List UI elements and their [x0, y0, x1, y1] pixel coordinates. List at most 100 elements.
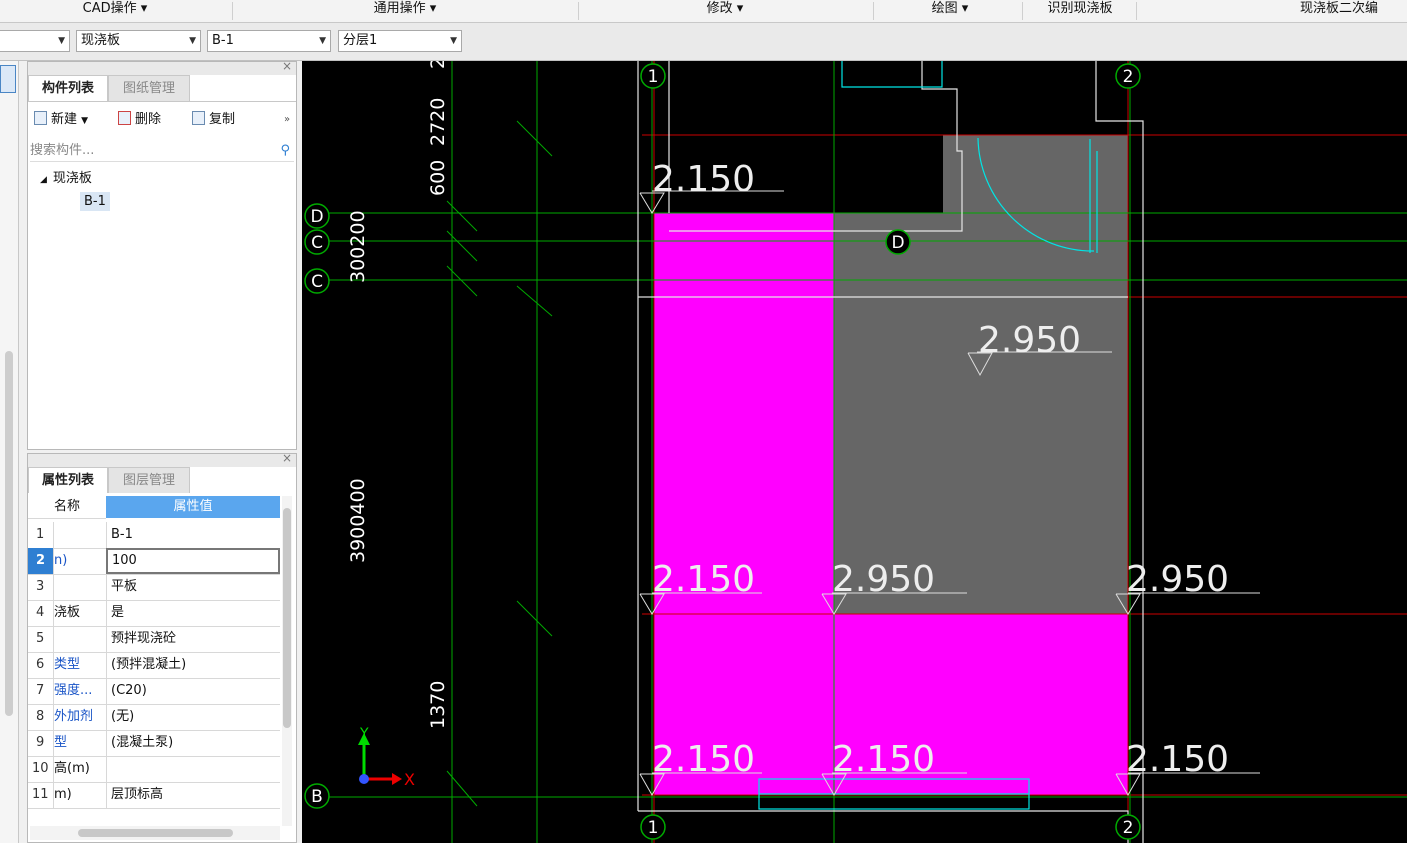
slab-gray-upper[interactable]: [943, 135, 1128, 213]
menu-separator: [232, 2, 233, 20]
side-toolstrip: [0, 61, 19, 843]
dimension-label: 600: [427, 160, 449, 196]
search-icon: ⚲: [280, 143, 290, 158]
search-input[interactable]: 搜索构件... ⚲: [30, 141, 294, 162]
dimension-label: 2720: [427, 98, 449, 146]
side-scrollbar[interactable]: [5, 351, 13, 716]
row-number: 7: [36, 683, 45, 698]
divider: [28, 101, 296, 102]
table-row[interactable]: 4 浇板是: [28, 600, 280, 627]
property-name: [53, 522, 106, 548]
scroll-thumb[interactable]: [78, 829, 233, 837]
table-row[interactable]: 5 预拌现浇砼: [28, 626, 280, 653]
close-icon[interactable]: ×: [282, 59, 292, 73]
copy-button[interactable]: 复制: [192, 110, 235, 130]
elevation-label: 2.950: [1126, 559, 1229, 600]
grid-label-d: D: [310, 207, 323, 227]
table-row[interactable]: 8 外加剂 (无): [28, 704, 280, 731]
menu-separator: [1136, 2, 1137, 20]
property-name: 高(m): [53, 756, 106, 782]
tree-node-b1[interactable]: B-1: [80, 192, 110, 211]
elevation-label: 2.150: [652, 559, 755, 600]
dimension-label: 300200: [347, 210, 369, 283]
elevation-label: 2.950: [978, 320, 1081, 361]
table-row[interactable]: 2 n) 100: [28, 548, 280, 575]
table-row[interactable]: 1 B-1: [28, 522, 280, 549]
property-value[interactable]: 层顶标高: [106, 782, 280, 808]
calendar-icon[interactable]: [0, 65, 16, 93]
menu-separator: [1022, 2, 1023, 20]
menu-modify[interactable]: 修改 ▾: [660, 0, 790, 22]
tab-drawing-management[interactable]: 图纸管理: [108, 75, 190, 101]
new-button[interactable]: 新建 ▼: [34, 110, 88, 130]
grid-label-d-mid: D: [891, 233, 904, 253]
close-icon[interactable]: ×: [282, 451, 292, 465]
chevron-down-icon: ▼: [58, 36, 65, 46]
menu-cad-ops[interactable]: CAD操作 ▾: [40, 0, 190, 22]
floor-combo[interactable]: ▼: [0, 30, 70, 52]
tree-node-cast-slab[interactable]: ◢ 现浇板: [40, 167, 92, 186]
property-value-input[interactable]: 100: [106, 548, 280, 574]
table-row[interactable]: 6 类型 (预拌混凝土): [28, 652, 280, 679]
property-value[interactable]: B-1: [106, 522, 280, 548]
chevron-down-icon: ▼: [319, 36, 326, 46]
row-number: 5: [36, 631, 45, 646]
selection-toolbar: ▼ 现浇板 ▼ B-1 ▼ 分层1 ▼: [0, 23, 1407, 61]
component-combo[interactable]: B-1 ▼: [207, 30, 331, 52]
property-value[interactable]: (混凝土泵): [106, 730, 280, 756]
axis-label-y: Y: [359, 726, 369, 742]
property-value[interactable]: (C20): [106, 678, 280, 704]
panel-header: ×: [28, 59, 296, 75]
menu-slab-secondary-edit[interactable]: 现浇板二次编: [1300, 0, 1407, 22]
tab-layer-management[interactable]: 图层管理: [108, 467, 190, 493]
menu-general-ops[interactable]: 通用操作 ▾: [330, 0, 480, 22]
table-row[interactable]: 11 m) 层顶标高: [28, 782, 280, 809]
grid-label-2-top: 2: [1123, 67, 1134, 87]
delete-button[interactable]: 删除: [118, 110, 161, 130]
component-list-panel: × 构件列表 图纸管理 新建 ▼ 删除 复制 » 搜索构件... ⚲ ◢ 现浇板 B…: [27, 59, 297, 450]
layer-combo[interactable]: 分层1 ▼: [338, 30, 462, 52]
property-value[interactable]: [106, 756, 280, 782]
elevation-label: 2.150: [652, 739, 755, 780]
row-number: 6: [36, 657, 45, 672]
menu-draw[interactable]: 绘图 ▾: [890, 0, 1010, 22]
more-icon[interactable]: »: [284, 110, 290, 130]
chevron-down-icon: ▼: [81, 116, 89, 126]
property-value[interactable]: 是: [106, 600, 280, 626]
property-name: 外加剂: [53, 704, 106, 730]
property-value[interactable]: 平板: [106, 574, 280, 600]
property-name: 类型: [53, 652, 106, 678]
dimension-label: 3900400: [347, 478, 369, 563]
vertical-scrollbar[interactable]: [282, 496, 292, 826]
grid-label-2-bottom: 2: [1123, 818, 1134, 838]
elevation-label: 2.150: [652, 159, 755, 200]
table-row[interactable]: 10 高(m): [28, 756, 280, 783]
property-value[interactable]: (无): [106, 704, 280, 730]
property-list-panel: × 属性列表 图层管理 名称 属性值 1 B-1 2 n) 100 3 平板 4 浇板是 …: [27, 451, 297, 843]
grid-label-c: C: [311, 233, 323, 253]
slab-magenta-left[interactable]: [654, 213, 834, 795]
drawing-canvas[interactable]: 1 2 1 2 D C C B D 2 2720 600 300200 3900…: [302, 61, 1407, 843]
menu-identify-slab[interactable]: 识别现浇板: [1030, 0, 1130, 22]
elevation-label: 2.150: [832, 739, 935, 780]
tab-property-list[interactable]: 属性列表: [28, 467, 108, 493]
table-row[interactable]: 9 型 (混凝土泵): [28, 730, 280, 757]
grid-label-b: B: [311, 787, 323, 807]
property-value[interactable]: 预拌现浇砼: [106, 626, 280, 652]
component-type-combo[interactable]: 现浇板 ▼: [76, 30, 201, 52]
dimension-label: 1370: [427, 681, 449, 729]
collapse-icon: ◢: [40, 175, 47, 185]
elevation-label: 2.950: [832, 559, 935, 600]
row-number: 4: [36, 605, 45, 620]
property-value[interactable]: (预拌混凝土): [106, 652, 280, 678]
table-row[interactable]: 3 平板: [28, 574, 280, 601]
row-number: 1: [36, 527, 45, 542]
property-name: 浇板: [53, 600, 106, 626]
horizontal-scrollbar[interactable]: [30, 826, 280, 840]
scroll-thumb[interactable]: [283, 508, 291, 728]
chevron-down-icon: ▼: [450, 36, 457, 46]
tab-component-list[interactable]: 构件列表: [28, 75, 108, 101]
row-number: 3: [36, 579, 45, 594]
slab-gray[interactable]: [834, 213, 1128, 614]
table-row[interactable]: 7 强度... (C20): [28, 678, 280, 705]
